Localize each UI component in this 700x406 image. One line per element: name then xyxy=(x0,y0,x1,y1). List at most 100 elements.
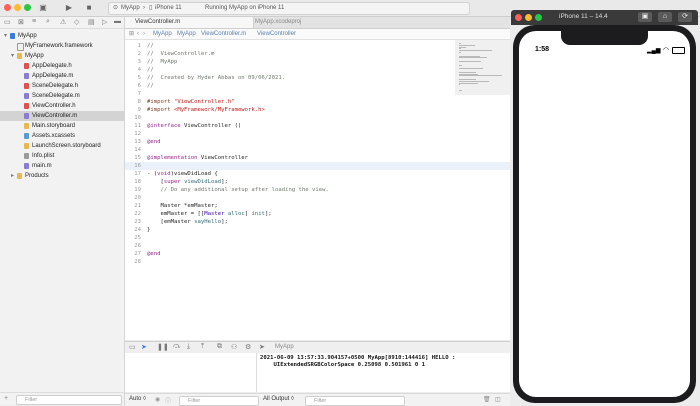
navigator-item[interactable]: SceneDelegate.m xyxy=(0,91,124,101)
navigator-item[interactable]: ViewController.m xyxy=(0,111,124,121)
variables-view[interactable] xyxy=(125,353,257,392)
console-output[interactable]: 2021-06-09 13:57:33.904157+0500 MyApp[89… xyxy=(257,353,510,392)
info-icon[interactable]: ⓘ xyxy=(165,396,171,405)
breakpoints-toggle-icon[interactable]: ➤ xyxy=(141,343,147,351)
sidebar-toggle-icon[interactable]: ▣ xyxy=(38,2,48,13)
navigator-item[interactable]: main.m xyxy=(0,161,124,171)
screenshot-icon[interactable]: ▣ xyxy=(638,12,652,22)
code-line[interactable]: 17 - (void)viewDidLoad { xyxy=(125,170,510,178)
step-over-icon[interactable]: ⤼ xyxy=(173,343,180,351)
code-line[interactable]: 1 // xyxy=(125,42,510,50)
navigator-item[interactable]: Info.plist xyxy=(0,151,124,161)
report-icon[interactable]: ▬ xyxy=(114,18,121,25)
folder-icon[interactable]: ▭ xyxy=(4,18,11,26)
sim-close-button[interactable] xyxy=(515,14,522,21)
minimize-window-button[interactable] xyxy=(14,4,21,11)
code-line[interactable]: 23 [emMaster sayHello]; xyxy=(125,218,510,226)
code-line[interactable]: 8 #import "ViewController.h" xyxy=(125,98,510,106)
tab-myapp-xcodeproj[interactable]: MyApp.xcodeproj xyxy=(245,17,365,28)
code-line[interactable]: 10 xyxy=(125,114,510,122)
issue-icon[interactable]: ⚠ xyxy=(60,18,66,26)
output-selector[interactable]: All Output ◊ xyxy=(263,396,294,402)
navigator-item[interactable]: MyFramework.framework xyxy=(0,41,124,51)
code-line[interactable]: 16 xyxy=(125,162,510,170)
app-screen[interactable]: 1:58 ▂▄▆ ◠ xyxy=(519,31,690,397)
navigator-item[interactable]: AppDelegate.m xyxy=(0,71,124,81)
search-icon[interactable]: ⌕ xyxy=(46,18,50,26)
zoom-window-button[interactable] xyxy=(24,4,31,11)
home-icon[interactable]: ⌂ xyxy=(658,12,672,22)
debug-icon[interactable]: ▤ xyxy=(88,18,95,26)
code-line[interactable]: 3 // MyApp xyxy=(125,58,510,66)
navigator-filter-input[interactable]: Filter xyxy=(16,395,122,405)
view-hierarchy-icon[interactable]: ⧉ xyxy=(217,343,222,351)
add-icon[interactable]: + xyxy=(4,395,8,402)
code-line[interactable]: 9 #import <MyFramework/MyFramework.h> xyxy=(125,106,510,114)
code-line[interactable]: 5 // Created by Hyder Abbas on 09/06/2021… xyxy=(125,74,510,82)
variables-scope-selector[interactable]: Auto ◊ xyxy=(129,396,146,402)
sim-minimize-button[interactable] xyxy=(525,14,532,21)
navigator-item[interactable]: ViewController.h xyxy=(0,101,124,111)
stop-icon[interactable]: ■ xyxy=(84,2,94,13)
rotate-icon[interactable]: ⟳ xyxy=(678,12,692,22)
trash-icon[interactable]: 🗑 xyxy=(483,396,491,403)
sim-zoom-button[interactable] xyxy=(535,14,542,21)
code-line[interactable]: 11 @interface ViewController () xyxy=(125,122,510,130)
breadcrumb-symbol[interactable]: ViewController xyxy=(257,29,296,39)
navigator-item[interactable]: Main.storyboard xyxy=(0,121,124,131)
environment-icon[interactable]: ⚙ xyxy=(245,343,251,351)
code-line[interactable]: 22 emMaster = [[Master alloc] init]; xyxy=(125,210,510,218)
forward-arrow-icon[interactable]: › xyxy=(143,29,145,39)
breadcrumb-group[interactable]: MyApp xyxy=(177,29,196,39)
code-line[interactable]: 12 xyxy=(125,130,510,138)
scheme-icon[interactable]: ⊙ xyxy=(113,3,118,14)
location-icon[interactable]: ➤ xyxy=(259,343,265,351)
code-line[interactable]: 20 xyxy=(125,194,510,202)
navigator-item[interactable]: LaunchScreen.storyboard xyxy=(0,141,124,151)
code-line[interactable]: 24} xyxy=(125,226,510,234)
code-line[interactable]: 6 // xyxy=(125,82,510,90)
breakpoint-icon[interactable]: ▷ xyxy=(102,18,107,26)
split-view-icon[interactable]: ◫ xyxy=(495,396,501,403)
related-items-icon[interactable]: ⊞ xyxy=(129,29,134,39)
navigator-item[interactable]: ▾ MyApp xyxy=(0,31,124,41)
code-line[interactable]: 2 // ViewController.m xyxy=(125,50,510,58)
device-selector[interactable]: iPhone 11 xyxy=(155,3,182,14)
hide-debug-area-icon[interactable]: ▭ xyxy=(129,343,136,351)
run-icon[interactable]: ▶ xyxy=(64,2,74,13)
code-line[interactable]: 13 @end xyxy=(125,138,510,146)
code-line[interactable]: 18 [super viewDidLoad]; xyxy=(125,178,510,186)
symbol-icon[interactable]: ≡ xyxy=(32,18,36,25)
code-line[interactable]: 7 xyxy=(125,90,510,98)
tab-viewcontroller-m[interactable]: ViewController.m xyxy=(125,17,254,28)
code-line[interactable]: 15 @implementation ViewController xyxy=(125,154,510,162)
code-line[interactable]: 21 Master *emMaster; xyxy=(125,202,510,210)
breadcrumb-file[interactable]: ViewController.m xyxy=(201,29,246,39)
navigator-item[interactable]: ▸ Products xyxy=(0,171,124,181)
code-line[interactable]: 25 xyxy=(125,234,510,242)
navigator-item[interactable]: AppDelegate.h xyxy=(0,61,124,71)
step-in-icon[interactable]: ⤓ xyxy=(187,343,190,351)
source-editor[interactable]: 1 // 2 // ViewController.m 3 // MyApp 4 // 5 // C… xyxy=(125,40,510,340)
code-line[interactable]: 19 // Do any additional setup after load… xyxy=(125,186,510,194)
pause-icon[interactable]: ❚❚ xyxy=(157,343,169,351)
memory-graph-icon[interactable]: ⚇ xyxy=(231,343,237,351)
test-icon[interactable]: ◇ xyxy=(74,18,79,26)
code-line[interactable]: 26 xyxy=(125,242,510,250)
minimap[interactable] xyxy=(455,40,510,95)
disclosure-expanded-icon[interactable]: ▾ xyxy=(4,31,7,41)
back-arrow-icon[interactable]: ‹ xyxy=(137,29,139,39)
disclosure-expanded-icon[interactable]: ▾ xyxy=(11,51,14,61)
eye-icon[interactable]: ◉ xyxy=(155,396,160,403)
source-control-icon[interactable]: ⊠ xyxy=(18,18,24,26)
navigator-item[interactable]: ▾ MyApp xyxy=(0,51,124,61)
code-line[interactable]: 27 @end xyxy=(125,250,510,258)
code-line[interactable]: 28 xyxy=(125,258,510,266)
scheme-selector[interactable]: MyApp xyxy=(121,3,140,14)
disclosure-collapsed-icon[interactable]: ▸ xyxy=(11,171,14,181)
navigator-item[interactable]: SceneDelegate.h xyxy=(0,81,124,91)
close-window-button[interactable] xyxy=(4,4,11,11)
code-line[interactable]: 14 xyxy=(125,146,510,154)
breadcrumb-project[interactable]: MyApp xyxy=(153,29,172,39)
code-line[interactable]: 4 // xyxy=(125,66,510,74)
